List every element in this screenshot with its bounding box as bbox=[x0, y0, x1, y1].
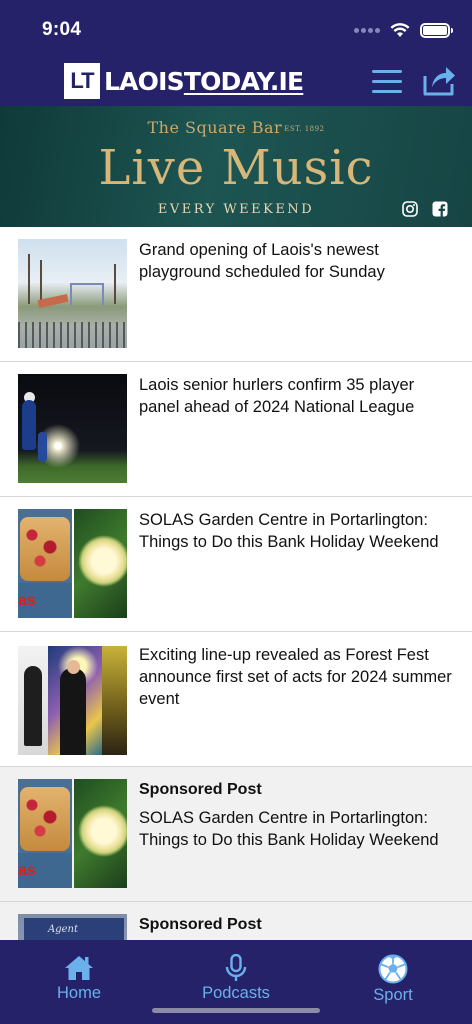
soccer-ball-icon bbox=[378, 954, 408, 984]
banner-social-icons bbox=[402, 201, 448, 217]
instagram-icon bbox=[402, 201, 418, 217]
logo-text: LAOISTODAY.IE bbox=[104, 66, 304, 96]
article-title[interactable]: SOLAS Garden Centre in Portarlington: Th… bbox=[139, 807, 457, 851]
tab-home[interactable]: Home bbox=[19, 954, 139, 1003]
article-text: Sponsored Post SOLAS Garden Centre in Po… bbox=[139, 779, 457, 851]
article-text: Sponsored Post bbox=[139, 914, 457, 940]
tab-label: Sport bbox=[373, 986, 413, 1004]
share-icon[interactable] bbox=[422, 62, 456, 98]
thumbnail-tag: as bbox=[18, 592, 36, 609]
list-item[interactable]: Laois senior hurlers confirm 35 player p… bbox=[0, 362, 472, 497]
list-item[interactable]: Grand opening of Laois's newest playgrou… bbox=[0, 227, 472, 362]
home-indicator bbox=[152, 1008, 320, 1013]
article-title[interactable]: Grand opening of Laois's newest playgrou… bbox=[139, 239, 457, 283]
news-feed[interactable]: Grand opening of Laois's newest playgrou… bbox=[0, 227, 472, 940]
microphone-icon bbox=[225, 954, 247, 981]
article-title[interactable]: Laois senior hurlers confirm 35 player p… bbox=[139, 374, 457, 418]
article-thumbnail: as bbox=[18, 509, 127, 618]
banner-venue: The Square Bar EST. 1892 bbox=[147, 118, 325, 137]
status-indicators bbox=[354, 20, 453, 40]
logo-mark: LT bbox=[64, 63, 100, 99]
thumbnail-sign: Agent bbox=[24, 918, 124, 940]
list-item[interactable]: as SOLAS Garden Centre in Portarlington:… bbox=[0, 497, 472, 632]
sponsored-label: Sponsored Post bbox=[139, 916, 262, 933]
tab-label: Home bbox=[56, 984, 101, 1002]
article-text: Laois senior hurlers confirm 35 player p… bbox=[139, 374, 457, 418]
article-text: Grand opening of Laois's newest playgrou… bbox=[139, 239, 457, 283]
list-item[interactable]: Exciting line-up revealed as Forest Fest… bbox=[0, 632, 472, 767]
thumbnail-tag: as bbox=[18, 862, 36, 879]
tab-label: Podcasts bbox=[202, 984, 270, 1002]
status-time: 9:04 bbox=[42, 19, 82, 40]
article-title[interactable]: Exciting line-up revealed as Forest Fest… bbox=[139, 644, 457, 710]
sponsored-label: Sponsored Post bbox=[139, 781, 262, 798]
hamburger-menu-icon[interactable] bbox=[372, 64, 406, 98]
article-text: SOLAS Garden Centre in Portarlington: Th… bbox=[139, 509, 457, 553]
sponsored-list-item[interactable]: as Sponsored Post SOLAS Garden Centre in… bbox=[0, 767, 472, 902]
facebook-icon bbox=[432, 201, 448, 217]
battery-icon bbox=[420, 22, 453, 38]
article-thumbnail: as bbox=[18, 779, 127, 888]
home-icon bbox=[65, 956, 93, 980]
site-logo[interactable]: LT LAOISTODAY.IE bbox=[64, 63, 304, 99]
banner-headline: Live Music bbox=[98, 140, 374, 196]
app-header: 9:04 LT LAOISTODAY.IE bbox=[0, 0, 472, 106]
sponsored-list-item[interactable]: Agent Sponsored Post bbox=[0, 902, 472, 940]
wifi-icon bbox=[390, 23, 410, 37]
article-thumbnail bbox=[18, 374, 127, 483]
cellular-signal-icon bbox=[354, 27, 380, 33]
article-thumbnail bbox=[18, 646, 127, 755]
article-text: Exciting line-up revealed as Forest Fest… bbox=[139, 644, 457, 710]
status-bar: 9:04 bbox=[0, 0, 472, 56]
banner-ad[interactable]: The Square Bar EST. 1892 Live Music EVERY… bbox=[0, 106, 472, 227]
article-thumbnail bbox=[18, 239, 127, 348]
tab-podcasts[interactable]: Podcasts bbox=[176, 954, 296, 1003]
tab-sport[interactable]: Sport bbox=[333, 954, 453, 1005]
article-title[interactable]: SOLAS Garden Centre in Portarlington: Th… bbox=[139, 509, 457, 553]
article-thumbnail: Agent bbox=[18, 914, 127, 940]
